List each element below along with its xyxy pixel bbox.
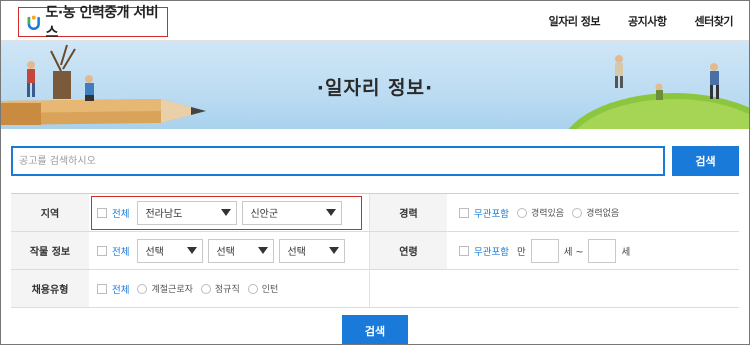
chevron-down-icon <box>329 246 340 254</box>
nav-find-center[interactable]: 센터찾기 <box>695 13 734 29</box>
employment-all-checkbox[interactable]: 전체 <box>97 282 129 296</box>
empty-label-cell <box>369 270 447 307</box>
career-no-label: 경력없음 <box>586 209 620 219</box>
career-yes-radio[interactable]: 경력있음 <box>516 206 565 219</box>
age-to-suffix: 세 <box>621 246 631 258</box>
nav-notice[interactable]: 공지사항 <box>628 13 667 29</box>
crop-label: 작물 정보 <box>11 232 89 269</box>
crop-cell: 전체 선택 선택 선택 <box>89 232 369 269</box>
county-value: 신안군 <box>250 209 279 220</box>
career-any-label: 무관포함 <box>474 208 509 220</box>
radio-icon <box>572 207 583 218</box>
hero-banner: ·일자리 정보· <box>1 41 749 129</box>
chevron-down-icon <box>221 208 232 216</box>
logo-icon <box>27 15 40 30</box>
employment-fulltime-label: 정규직 <box>214 285 240 295</box>
search-input[interactable] <box>11 146 665 176</box>
career-cell: 무관포함 경력있음 경력없음 <box>447 194 739 231</box>
crop-select-2-value: 선택 <box>216 247 235 258</box>
region-cell: 전체 전라남도 신안군 <box>89 194 369 231</box>
age-label: 연령 <box>369 232 447 269</box>
region-all-checkbox[interactable]: 전체 <box>97 206 129 220</box>
checkbox-icon <box>97 207 107 218</box>
career-yes-label: 경력있음 <box>530 209 565 219</box>
employment-fulltime-radio[interactable]: 정규직 <box>200 282 240 295</box>
age-any-label: 무관포함 <box>474 246 509 258</box>
checkbox-icon <box>97 283 107 294</box>
logo-text: 도·농 인력중개 서비스 <box>45 5 159 41</box>
bottom-search-button[interactable]: 검색 <box>342 315 408 344</box>
chevron-down-icon <box>187 246 198 254</box>
search-button[interactable]: 검색 <box>672 146 739 176</box>
age-from-prefix: 만 <box>516 246 526 258</box>
main-nav: 일자리 정보 공지사항 센터찾기 <box>549 1 734 41</box>
filter-row-crop-age: 작물 정보 전체 선택 선택 선택 연령 무관포함 만 세 ~ 세 <box>11 232 739 270</box>
page-frame: 도·농 인력중개 서비스 일자리 정보 공지사항 센터찾기 ·일자리 정보· 공… <box>0 0 750 345</box>
employment-intern-radio[interactable]: 인턴 <box>247 282 279 295</box>
region-label: 지역 <box>11 194 89 231</box>
crop-select-1-value: 선택 <box>145 247 164 258</box>
career-no-radio[interactable]: 경력없음 <box>572 206 619 219</box>
filter-row-employment: 채용유형 전체 계절근로자 정규직 인턴 <box>11 270 739 308</box>
search-bar: 검색 <box>11 146 739 176</box>
career-label: 경력 <box>369 194 447 231</box>
crop-select-3[interactable]: 선택 <box>279 238 346 263</box>
county-select[interactable]: 신안군 <box>242 200 343 225</box>
radio-icon <box>247 283 258 294</box>
radio-icon <box>137 283 148 294</box>
crop-select-2[interactable]: 선택 <box>208 238 275 263</box>
chevron-down-icon <box>258 246 269 254</box>
radio-icon <box>200 283 211 294</box>
career-any-checkbox[interactable]: 무관포함 <box>459 206 509 220</box>
employment-seasonal-radio[interactable]: 계절근로자 <box>137 282 193 295</box>
banner-illustration-right <box>568 55 749 129</box>
age-from-input[interactable] <box>530 238 559 263</box>
age-cell: 무관포함 만 세 ~ 세 <box>447 232 739 269</box>
crop-all-label: 전체 <box>112 246 130 258</box>
logo[interactable]: 도·농 인력중개 서비스 <box>18 5 168 41</box>
employment-intern-label: 인턴 <box>261 285 279 295</box>
employment-seasonal-label: 계절근로자 <box>151 285 193 295</box>
age-to-input[interactable] <box>588 238 617 263</box>
nav-job-info[interactable]: 일자리 정보 <box>549 13 601 29</box>
filter-row-region-career: 지역 전체 전라남도 신안군 경력 무관포함 경력있음 경력없음 <box>11 194 739 232</box>
employment-label: 채용유형 <box>11 270 89 307</box>
crop-all-checkbox[interactable]: 전체 <box>97 244 129 258</box>
employment-cell: 전체 계절근로자 정규직 인턴 <box>89 270 369 307</box>
region-all-label: 전체 <box>112 208 130 220</box>
province-value: 전라남도 <box>145 209 183 220</box>
age-from-suffix: 세 ~ <box>563 246 584 258</box>
province-select[interactable]: 전라남도 <box>137 200 238 225</box>
checkbox-icon <box>97 245 107 256</box>
top-header: 도·농 인력중개 서비스 일자리 정보 공지사항 센터찾기 <box>1 1 749 41</box>
checkbox-icon <box>459 245 469 256</box>
checkbox-icon <box>459 207 469 218</box>
filter-table: 지역 전체 전라남도 신안군 경력 무관포함 경력있음 경력없음 작물 정보 전… <box>11 193 739 308</box>
crop-select-3-value: 선택 <box>287 247 306 258</box>
radio-icon <box>516 207 527 218</box>
crop-select-1[interactable]: 선택 <box>137 238 204 263</box>
employment-all-label: 전체 <box>112 284 130 296</box>
chevron-down-icon <box>326 208 337 216</box>
age-any-checkbox[interactable]: 무관포함 <box>459 244 509 258</box>
